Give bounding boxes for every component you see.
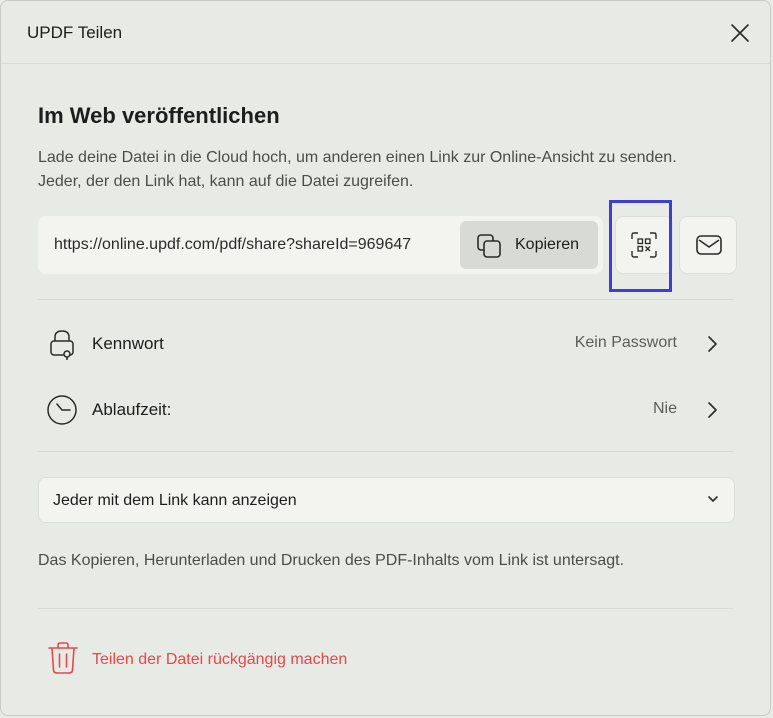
lock-key-icon (50, 330, 74, 360)
dialog-title: UPDF Teilen (27, 23, 123, 42)
email-button[interactable] (679, 216, 737, 274)
clock-icon (47, 395, 77, 425)
chevron-down-icon (708, 496, 718, 502)
copy-icon (477, 234, 501, 258)
chevron-right-icon (708, 336, 717, 352)
revoke-share-label: Teilen der Datei rückgängig machen (92, 651, 348, 668)
share-link-field[interactable]: https://online.updf.com/pdf/share?shareI… (38, 216, 603, 274)
section-description: Lade deine Datei in die Cloud hoch, um a… (38, 149, 677, 190)
password-label: Kennwort (92, 334, 164, 353)
expiry-value: Nie (652, 400, 677, 417)
qr-code-button[interactable] (615, 216, 673, 274)
mail-icon (696, 235, 722, 255)
password-setting-row[interactable]: Kennwort Kein Passwort (38, 319, 735, 369)
title-bar: UPDF Teilen (1, 1, 770, 64)
restriction-note: Das Kopieren, Herunterladen und Drucken … (38, 552, 625, 569)
permission-dropdown[interactable]: Jeder mit dem Link kann anzeigen (38, 477, 735, 523)
share-link-text[interactable]: https://online.updf.com/pdf/share?shareI… (54, 236, 459, 254)
password-value: Kein Passwort (574, 334, 677, 351)
section-heading: Im Web veröffentlichen (38, 103, 280, 128)
close-icon (731, 24, 749, 42)
divider (38, 451, 733, 452)
divider (38, 299, 733, 300)
close-button[interactable] (728, 21, 752, 45)
copy-button[interactable]: Kopieren (460, 221, 598, 269)
qr-code-icon (631, 232, 657, 258)
copy-button-label: Kopieren (515, 236, 580, 253)
share-dialog: UPDF Teilen Im Web veröffentlichen Lade … (0, 0, 771, 716)
chevron-right-icon (708, 402, 717, 418)
trash-icon (48, 642, 78, 674)
divider (38, 608, 733, 609)
expiry-label: Ablaufzeit: (92, 400, 172, 419)
permission-selected-value: Jeder mit dem Link kann anzeigen (53, 492, 297, 509)
expiry-setting-row[interactable]: Ablaufzeit: Nie (38, 385, 735, 435)
